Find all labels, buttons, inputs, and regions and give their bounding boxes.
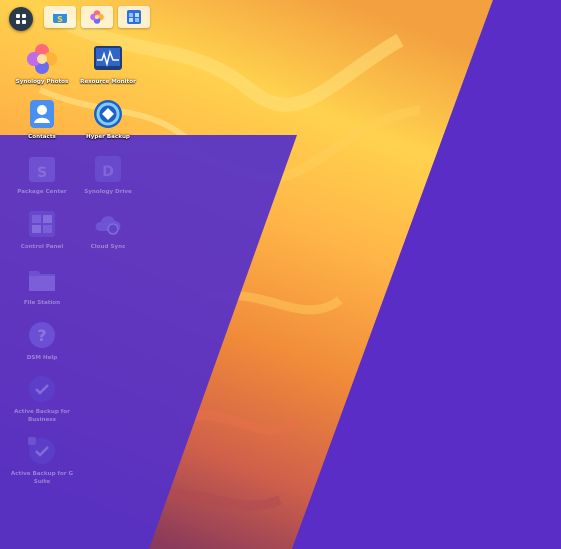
taskbar-app-synology-photos[interactable] <box>81 6 113 28</box>
svg-text:S: S <box>57 15 63 24</box>
shortcut-hyper-backup[interactable]: Hyper Backup <box>75 97 141 142</box>
shortcut-package-center[interactable]: S Package Center <box>9 152 75 197</box>
shortcut-label: Resource Monitor <box>80 79 136 85</box>
shortcut-control-panel[interactable]: Control Panel <box>9 207 75 252</box>
contacts-icon <box>30 100 54 128</box>
shortcut-active-backup-business[interactable]: Active Backup for Business <box>9 372 75 424</box>
svg-text:S: S <box>37 165 47 181</box>
main-menu-button[interactable] <box>9 7 33 31</box>
svg-text:?: ? <box>37 326 46 345</box>
taskbar-app-control-panel[interactable] <box>118 6 150 28</box>
file-station-icon <box>29 271 55 291</box>
shortcut-label: Cloud Sync <box>90 244 126 250</box>
cloud-sync-icon <box>95 216 121 235</box>
shortcut-synology-drive[interactable]: D Synology Drive <box>75 152 141 197</box>
desktop: S Synology Photos Resource Monitor Conta… <box>0 0 561 549</box>
synology-drive-icon: D <box>95 156 121 182</box>
shortcut-dsm-help[interactable]: ? DSM Help <box>9 318 75 363</box>
hyper-backup-icon <box>94 100 122 128</box>
synology-photos-icon <box>27 44 57 74</box>
active-backup-gsuite-icon <box>28 437 55 464</box>
grid-icon <box>16 14 26 24</box>
shortcut-active-backup-gsuite[interactable]: Active Backup for G Suite <box>9 434 75 486</box>
shortcut-label: File Station <box>23 300 61 306</box>
shortcut-label: Active Backup for G Suite <box>10 471 74 485</box>
shortcut-cloud-sync[interactable]: Cloud Sync <box>75 207 141 252</box>
package-center-icon: S <box>29 157 55 182</box>
resource-monitor-icon <box>94 46 122 70</box>
shortcut-label: Contacts <box>28 134 56 140</box>
control-panel-icon <box>29 211 55 237</box>
svg-text:D: D <box>102 164 114 180</box>
shortcut-label: Control Panel <box>20 244 64 250</box>
shortcut-label: Package Center <box>17 189 67 195</box>
taskbar-app-package-center[interactable]: S <box>44 6 76 28</box>
shortcut-label: Synology Drive <box>84 189 132 195</box>
shortcut-label: Synology Photos <box>15 79 69 85</box>
shortcut-file-station[interactable]: File Station <box>9 263 75 308</box>
shortcut-label: DSM Help <box>26 355 58 361</box>
active-backup-icon <box>29 376 55 402</box>
package-center-icon: S <box>53 11 67 24</box>
help-icon: ? <box>29 322 55 348</box>
shortcut-synology-photos[interactable]: Synology Photos <box>9 42 75 87</box>
shortcut-label: Hyper Backup <box>86 134 130 140</box>
synology-photos-icon <box>90 10 104 24</box>
control-panel-icon <box>127 10 141 24</box>
shortcut-resource-monitor[interactable]: Resource Monitor <box>75 42 141 87</box>
shortcut-contacts[interactable]: Contacts <box>9 97 75 142</box>
shortcut-label: Active Backup for Business <box>14 409 70 423</box>
